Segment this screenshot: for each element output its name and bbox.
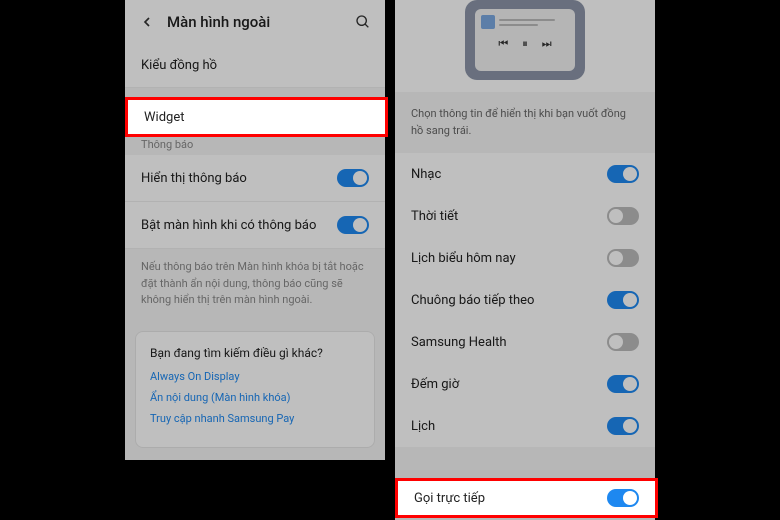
next-icon: ⏭ <box>542 37 552 51</box>
widget-item-calendar[interactable]: Lịch <box>395 405 655 447</box>
clock-style-label: Kiểu đồng hồ <box>141 58 369 73</box>
widget-item-toggle[interactable] <box>607 249 639 267</box>
widget-item-health[interactable]: Samsung Health <box>395 321 655 363</box>
header: Màn hình ngoài <box>125 0 385 44</box>
back-icon[interactable] <box>139 14 155 30</box>
notif-help-text: Nếu thông báo trên Màn hình khóa bị tắt … <box>125 249 385 323</box>
media-controls: ⏮ ⏸ ⏭ <box>481 37 569 51</box>
widget-item-alarm[interactable]: Chuông báo tiếp theo <box>395 279 655 321</box>
widget-item-today[interactable]: Lịch biểu hôm nay <box>395 237 655 279</box>
suggestion-link[interactable]: Ẩn nội dung (Màn hình khóa) <box>150 391 360 404</box>
direct-call-toggle[interactable] <box>607 489 639 507</box>
prev-icon: ⏮ <box>498 37 508 51</box>
widget-item-label: Nhạc <box>411 167 607 182</box>
widget-item-toggle[interactable] <box>607 291 639 309</box>
widget-item-label: Lịch <box>411 419 607 434</box>
widget-preview: ⏮ ⏸ ⏭ <box>465 0 585 80</box>
widget-label: Widget <box>144 110 184 125</box>
album-art-icon <box>481 15 495 29</box>
widget-item-music[interactable]: Nhạc <box>395 153 655 195</box>
widget-preview-area: ⏮ ⏸ ⏭ <box>395 0 655 92</box>
widget-item-weather[interactable]: Thời tiết <box>395 195 655 237</box>
screen-on-notif-toggle[interactable] <box>337 216 369 234</box>
clock-style-row[interactable]: Kiểu đồng hồ <box>125 44 385 88</box>
pause-icon: ⏸ <box>522 37 528 51</box>
widget-row[interactable]: Widget <box>125 97 388 137</box>
widget-item-toggle[interactable] <box>607 375 639 393</box>
widget-item-label: Thời tiết <box>411 209 607 224</box>
widget-item-label: Samsung Health <box>411 335 607 350</box>
screen-on-notif-label: Bật màn hình khi có thông báo <box>141 218 337 233</box>
widget-item-label: Đếm giờ <box>411 377 607 392</box>
search-icon[interactable] <box>355 14 371 30</box>
show-notifications-toggle[interactable] <box>337 169 369 187</box>
widget-item-toggle[interactable] <box>607 417 639 435</box>
direct-call-label: Gọi trực tiếp <box>414 491 607 506</box>
widget-item-toggle[interactable] <box>607 165 639 183</box>
widget-item-toggle[interactable] <box>607 333 639 351</box>
right-widget-panel: ⏮ ⏸ ⏭ Chọn thông tin để hiển thị khi bạn… <box>395 0 655 520</box>
show-notifications-label: Hiển thị thông báo <box>141 171 337 186</box>
widget-item-timer[interactable]: Đếm giờ <box>395 363 655 405</box>
left-settings-panel: Màn hình ngoài Kiểu đồng hồ Thông báo Hi… <box>125 0 385 460</box>
widget-item-toggle[interactable] <box>607 207 639 225</box>
widget-item-label: Chuông báo tiếp theo <box>411 293 607 308</box>
widget-info-text: Chọn thông tin để hiển thị khi bạn vuốt … <box>395 92 655 153</box>
page-title: Màn hình ngoài <box>167 13 355 31</box>
show-notifications-row[interactable]: Hiển thị thông báo <box>125 155 385 202</box>
widget-item-label: Lịch biểu hôm nay <box>411 251 607 266</box>
suggestions-title: Bạn đang tìm kiếm điều gì khác? <box>150 346 360 360</box>
suggestion-link[interactable]: Always On Display <box>150 370 360 383</box>
suggestions-card: Bạn đang tìm kiếm điều gì khác? Always O… <box>135 331 375 448</box>
screen-on-notif-row[interactable]: Bật màn hình khi có thông báo <box>125 202 385 249</box>
suggestion-link[interactable]: Truy cập nhanh Samsung Pay <box>150 412 360 425</box>
direct-call-row[interactable]: Gọi trực tiếp <box>395 478 658 518</box>
